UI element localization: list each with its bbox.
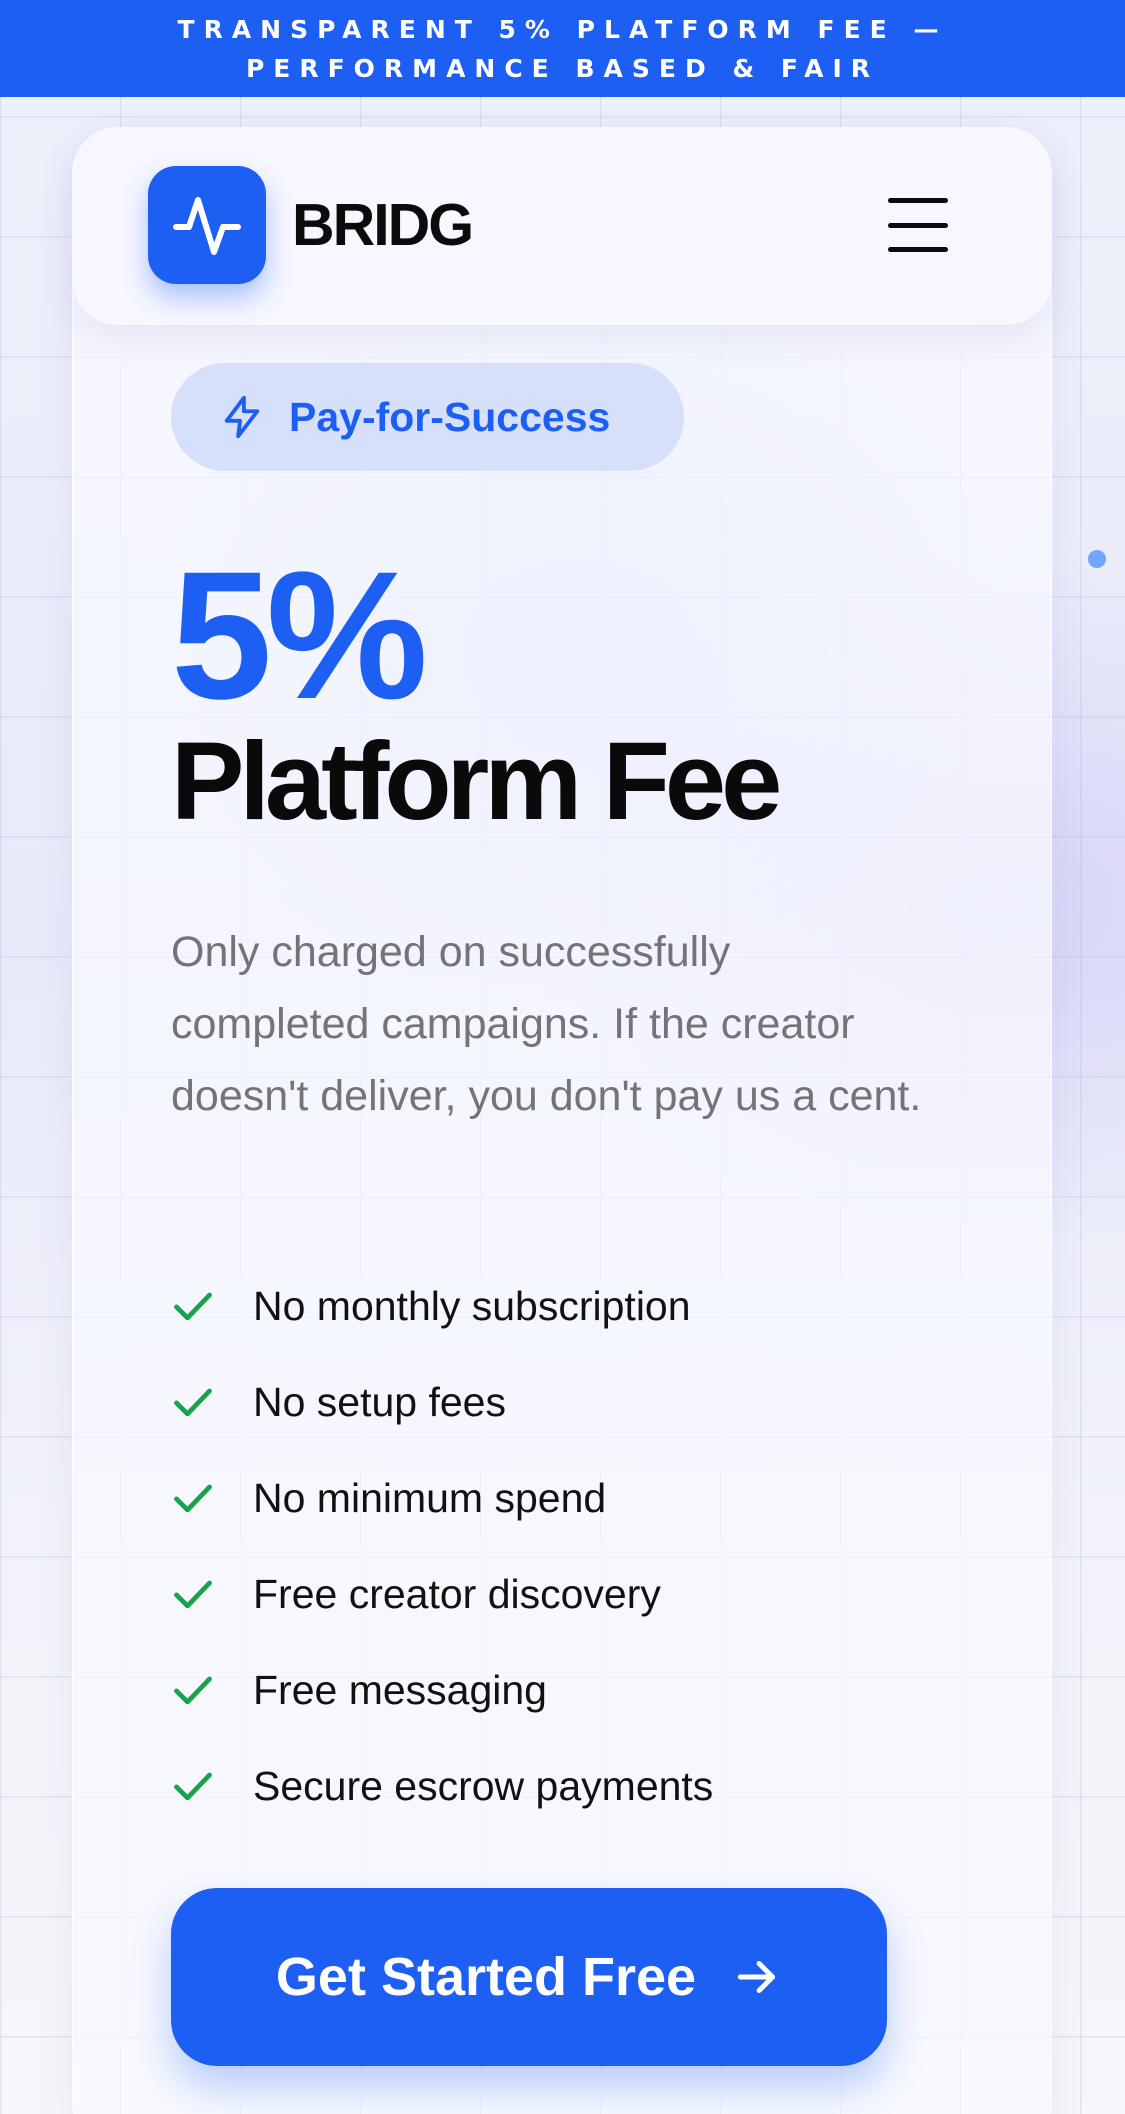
announcement-bar: TRANSPARENT 5% PLATFORM FEE — PERFORMANC… (0, 0, 1125, 97)
announcement-text: TRANSPARENT 5% PLATFORM FEE — PERFORMANC… (177, 14, 948, 83)
lightning-icon (224, 395, 260, 439)
feature-item: Secure escrow payments (171, 1738, 713, 1834)
feature-label: No monthly subscription (253, 1282, 691, 1329)
page-title: Platform Fee (171, 720, 782, 843)
feature-item: Free messaging (171, 1642, 713, 1738)
menu-line (888, 247, 948, 252)
badge-label: Pay-for-Success (289, 393, 611, 440)
fee-description: Only charged on successfully completed c… (171, 928, 922, 1120)
feature-label: No minimum spend (253, 1474, 607, 1521)
feature-label: No setup fees (253, 1378, 506, 1425)
menu-line (888, 198, 948, 203)
brand-name[interactable]: BRIDG (292, 190, 474, 260)
check-icon (174, 1388, 212, 1417)
arrow-right-icon (737, 1960, 776, 1994)
logo-mark[interactable] (148, 166, 266, 284)
pulse-icon (173, 197, 241, 255)
feature-item: No setup fees (171, 1354, 713, 1450)
get-started-button[interactable]: Get Started Free (171, 1888, 887, 2066)
feature-label: Free messaging (253, 1666, 547, 1713)
feature-item: No minimum spend (171, 1450, 713, 1546)
feature-item: No monthly subscription (171, 1258, 713, 1354)
check-icon (174, 1772, 212, 1801)
check-icon (174, 1484, 212, 1513)
feature-item: Free creator discovery (171, 1546, 713, 1642)
feature-label: Secure escrow payments (253, 1762, 714, 1809)
decorative-dot (1088, 550, 1106, 568)
feature-label: Free creator discovery (253, 1570, 661, 1617)
check-icon (174, 1292, 212, 1321)
fee-percent: 5% (171, 533, 428, 737)
check-icon (174, 1580, 212, 1609)
cta-label: Get Started Free (275, 1947, 697, 2007)
feature-list: No monthly subscription No setup fees No… (171, 1258, 713, 1834)
pay-for-success-badge: Pay-for-Success (171, 363, 684, 471)
check-icon (174, 1676, 212, 1705)
hamburger-menu-icon[interactable] (888, 198, 948, 252)
menu-line (888, 222, 948, 228)
